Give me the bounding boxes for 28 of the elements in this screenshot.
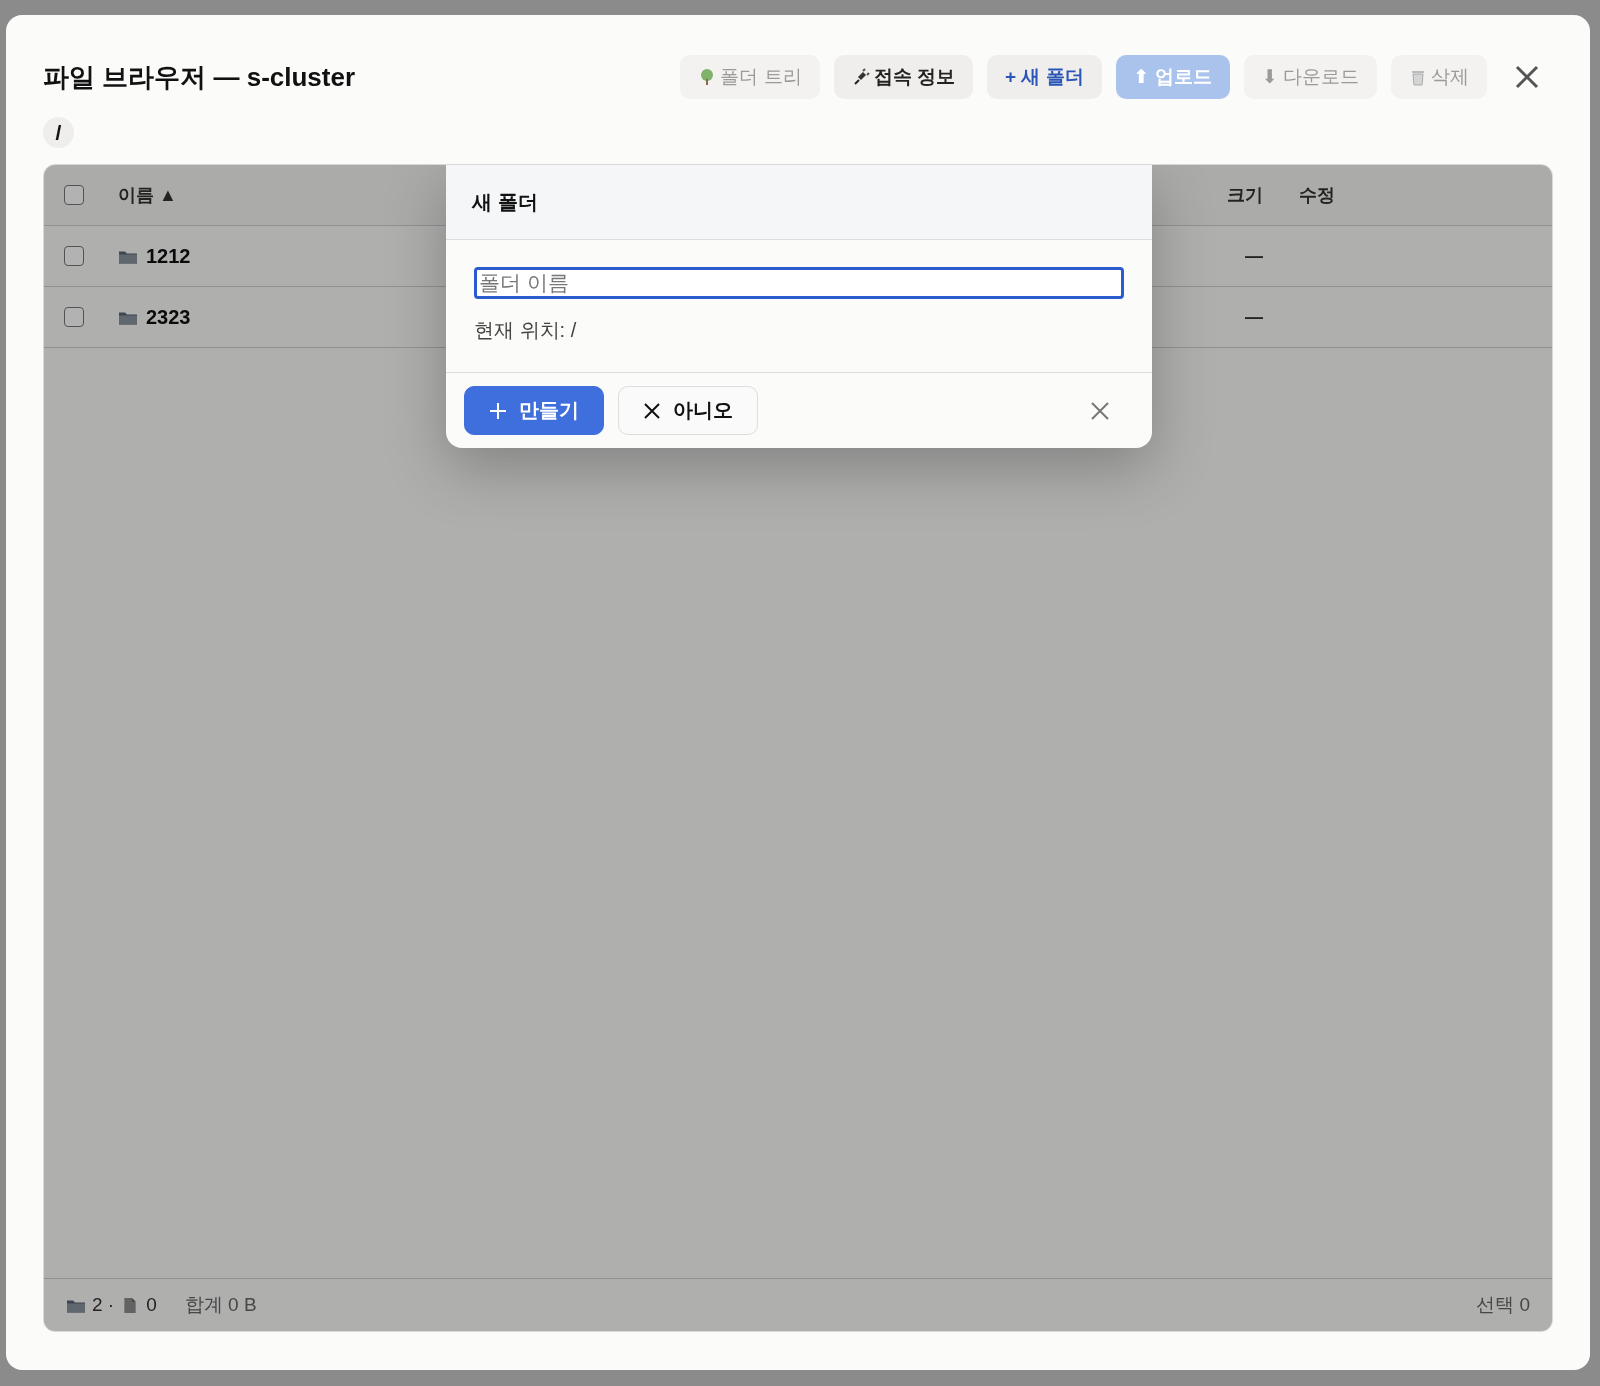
trash-icon	[1409, 68, 1427, 86]
file-name[interactable]: 1212	[146, 244, 191, 268]
checkbox[interactable]	[64, 185, 84, 205]
file-count: 0	[146, 1294, 157, 1316]
checkbox[interactable]	[64, 307, 84, 327]
breadcrumb[interactable]: /	[43, 117, 74, 148]
total-size: 합계 0 B	[184, 1293, 257, 1317]
create-button[interactable]: 만들기	[464, 386, 604, 435]
column-header[interactable]: 크기	[1183, 183, 1263, 207]
close-icon[interactable]	[1090, 400, 1110, 421]
plus-icon	[489, 401, 507, 420]
close-icon[interactable]	[1513, 63, 1541, 91]
input-field[interactable]: 폴더 이름	[474, 267, 1124, 299]
toolbar-button[interactable]: + 새 폴더	[986, 55, 1102, 99]
column-header[interactable]: 수정	[1299, 183, 1335, 207]
column-header[interactable]: 이름 ▲	[118, 183, 177, 207]
selection-count: 선택 0	[1476, 1293, 1530, 1317]
table-cell-text: —	[1244, 306, 1263, 328]
table-cell-text: —	[1244, 245, 1263, 267]
dialog-title: 새 폴더	[472, 189, 538, 215]
folder-count: 2 ·	[92, 1294, 115, 1316]
close-icon	[643, 401, 661, 420]
cancel-button[interactable]: 아니오	[618, 386, 758, 435]
file-name[interactable]: 2323	[146, 305, 191, 329]
window-title: 파일 브라우저 — s-cluster	[43, 60, 357, 94]
toolbar-button[interactable]: 접속 정보	[833, 55, 973, 99]
location-text: 현재 위치: /	[474, 318, 578, 343]
checkbox[interactable]	[64, 246, 84, 266]
